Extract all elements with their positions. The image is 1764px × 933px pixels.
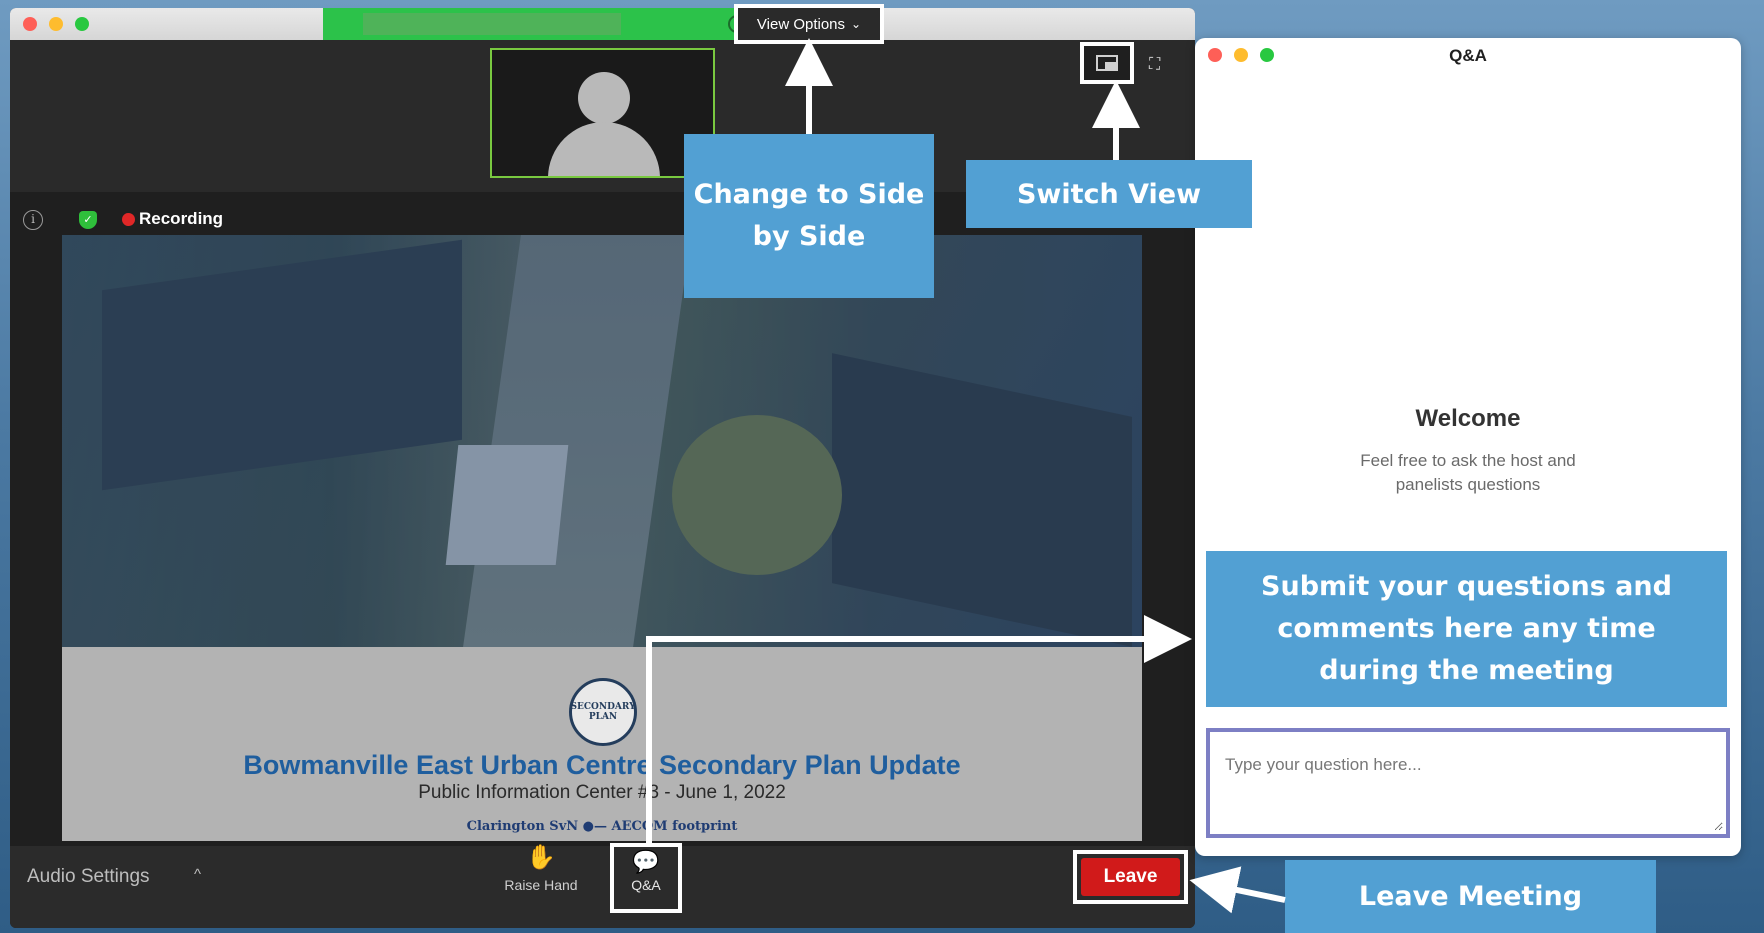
chat-bubbles-icon: 💬 — [632, 849, 660, 874]
shield-check-icon[interactable]: ✓ — [79, 211, 97, 229]
qa-button[interactable]: 💬 Q&A — [610, 843, 682, 913]
raise-hand-button[interactable]: ✋ Raise Hand — [486, 843, 596, 911]
shared-screen: SECONDARY PLAN Bowmanville East Urban Ce… — [62, 235, 1142, 841]
layout-icon — [1096, 55, 1118, 71]
callout-leave-meeting: Leave Meeting — [1285, 860, 1656, 933]
audio-settings-label[interactable]: Audio Settings — [27, 866, 150, 888]
question-input[interactable] — [1213, 735, 1723, 831]
slide-title: Bowmanville East Urban Centre Secondary … — [243, 750, 961, 780]
participant-video-tile[interactable] — [490, 48, 715, 178]
avatar-body-icon — [548, 122, 660, 176]
aerial-street-photo — [62, 235, 1142, 647]
info-icon[interactable]: i — [23, 210, 43, 230]
qa-window-title: Q&A — [1449, 46, 1487, 65]
fullscreen-icon[interactable]: ⛶ — [1149, 56, 1167, 74]
recording-dot-icon — [122, 213, 135, 226]
chevron-up-icon[interactable]: ^ — [194, 866, 201, 883]
chevron-down-icon: ⌄ — [851, 17, 862, 31]
zoom-window-button[interactable] — [75, 17, 89, 31]
qa-button-label: Q&A — [631, 877, 661, 893]
qa-window: Q&A Welcome Feel free to ask the host an… — [1195, 38, 1741, 856]
callout-submit-questions: Submit your questions and comments here … — [1206, 551, 1727, 707]
view-options-label: View Options — [756, 15, 846, 33]
meeting-toolbar — [10, 846, 1195, 928]
callout-side-by-side: Change to Side by Side — [684, 134, 934, 298]
leave-button[interactable]: Leave — [1081, 858, 1180, 896]
close-window-button[interactable] — [23, 17, 37, 31]
screen-share-bar: × — [323, 8, 751, 40]
slide-subtitle: Public Information Center #3 - June 1, 2… — [418, 782, 786, 803]
recording-label: Recording — [139, 209, 224, 228]
avatar-head-icon — [578, 72, 630, 124]
minimize-window-button[interactable] — [49, 17, 63, 31]
qa-welcome-description: Feel free to ask the host and panelists … — [1360, 451, 1576, 494]
switch-view-button[interactable] — [1080, 42, 1134, 84]
qa-welcome-heading: Welcome — [1415, 405, 1521, 432]
callout-switch-view: Switch View — [966, 160, 1252, 228]
screen-share-indicator — [363, 13, 621, 35]
secondary-plan-logo: SECONDARY PLAN — [569, 678, 637, 746]
partner-logos: Clarington SvN ●— AECOM footprint — [466, 819, 738, 834]
raise-hand-label: Raise Hand — [504, 877, 578, 893]
arrow-to-leave — [1189, 866, 1286, 914]
view-options-button[interactable]: View Options ⌄ — [734, 4, 884, 44]
hand-icon: ✋ — [526, 844, 556, 871]
